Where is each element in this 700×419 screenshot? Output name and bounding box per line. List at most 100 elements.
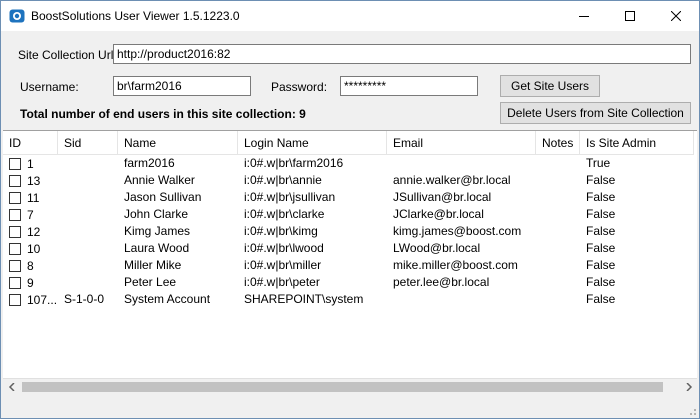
column-header-id[interactable]: ID	[3, 131, 58, 155]
chevron-left-icon	[8, 383, 15, 391]
title-bar[interactable]: BoostSolutions User Viewer 1.5.1223.0	[1, 1, 699, 31]
row-id-text: 12	[27, 225, 41, 239]
cell-notes	[536, 223, 580, 240]
cell-sid	[58, 240, 118, 257]
cell-sid	[58, 172, 118, 189]
cell-notes	[536, 206, 580, 223]
cell-email: JSullivan@br.local	[393, 190, 492, 204]
cell-is-site-admin: False	[586, 190, 616, 204]
table-row[interactable]: 12 Kimg James i:0#.w|br\kimg kimg.james@boo…	[3, 223, 694, 240]
total-users-text: Total number of end users in this site c…	[20, 107, 306, 121]
cell-is-site-admin: False	[586, 207, 616, 221]
row-id-text: 10	[27, 242, 41, 256]
cell-email	[387, 291, 536, 308]
row-id-text: 13	[27, 174, 41, 188]
cell-name: System Account	[124, 292, 211, 306]
column-header-sid[interactable]: Sid	[58, 131, 118, 155]
row-id-text: 107...	[27, 293, 58, 307]
grid-header: ID Sid Name Login Name Email Notes Is Si…	[3, 131, 694, 155]
row-checkbox[interactable]	[9, 294, 21, 306]
cell-login-name: i:0#.w|br\peter	[244, 275, 320, 289]
cell-id: 12	[3, 223, 58, 240]
cell-notes	[536, 274, 580, 291]
cell-id: 1	[3, 155, 58, 172]
row-checkbox[interactable]	[9, 260, 21, 272]
close-icon	[671, 11, 681, 21]
cell-login-name: i:0#.w|br\jsullivan	[244, 190, 336, 204]
site-url-input[interactable]: http://product2016:82	[113, 44, 691, 64]
row-checkbox[interactable]	[9, 277, 21, 289]
password-label: Password:	[271, 80, 328, 94]
row-checkbox[interactable]	[9, 175, 21, 187]
horizontal-scrollbar[interactable]	[3, 378, 697, 395]
cell-sid	[58, 257, 118, 274]
cell-login-name: SHAREPOINT\system	[244, 292, 364, 306]
app-icon	[9, 9, 25, 23]
table-row[interactable]: 8 Miller Mike i:0#.w|br\miller mike.miller@…	[3, 257, 694, 274]
close-button[interactable]	[653, 1, 699, 31]
row-id-text: 1	[27, 157, 34, 171]
cell-notes	[536, 291, 580, 308]
cell-email	[387, 155, 536, 172]
cell-name: Miller Mike	[124, 258, 182, 272]
cell-email: mike.miller@boost.com	[393, 258, 518, 272]
cell-email: peter.lee@br.local	[393, 275, 490, 289]
password-input[interactable]: *********	[340, 76, 478, 96]
scroll-left-button[interactable]	[3, 379, 20, 395]
maximize-button[interactable]	[607, 1, 653, 31]
get-site-users-button[interactable]: Get Site Users	[500, 75, 600, 97]
table-row[interactable]: 10 Laura Wood i:0#.w|br\lwood LWood@br.loca…	[3, 240, 694, 257]
column-header-login-name[interactable]: Login Name	[238, 131, 387, 155]
row-id-text: 7	[27, 208, 34, 222]
column-header-email[interactable]: Email	[387, 131, 536, 155]
cell-id: 8	[3, 257, 58, 274]
scrollbar-thumb[interactable]	[22, 382, 663, 392]
cell-login-name: i:0#.w|br\annie	[244, 173, 322, 187]
delete-users-button[interactable]: Delete Users from Site Collection	[500, 102, 691, 124]
cell-id: 13	[3, 172, 58, 189]
column-header-is-site-admin[interactable]: Is Site Admin	[580, 131, 694, 155]
table-row[interactable]: 13 Annie Walker i:0#.w|br\annie annie.walke…	[3, 172, 694, 189]
row-checkbox[interactable]	[9, 209, 21, 221]
cell-is-site-admin: False	[586, 292, 616, 306]
scroll-right-button[interactable]	[680, 379, 697, 395]
minimize-button[interactable]	[561, 1, 607, 31]
cell-sid	[58, 223, 118, 240]
row-checkbox[interactable]	[9, 226, 21, 238]
row-id-text: 8	[27, 259, 34, 273]
username-input[interactable]: br\farm2016	[113, 76, 251, 96]
cell-name: farm2016	[124, 156, 175, 170]
table-row[interactable]: 9 Peter Lee i:0#.w|br\peter peter.lee@br.lo…	[3, 274, 694, 291]
table-row[interactable]: 11 Jason Sullivan i:0#.w|br\jsullivan JSull…	[3, 189, 694, 206]
users-grid[interactable]: ID Sid Name Login Name Email Notes Is Si…	[3, 130, 697, 394]
chevron-right-icon	[685, 383, 692, 391]
cell-id: 10	[3, 240, 58, 257]
table-row[interactable]: 7 John Clarke i:0#.w|br\clarke JClarke@br.l…	[3, 206, 694, 223]
cell-name: Annie Walker	[124, 173, 195, 187]
row-id-text: 11	[27, 191, 40, 205]
cell-id: 11	[3, 189, 58, 206]
cell-login-name: i:0#.w|br\farm2016	[244, 156, 344, 170]
row-checkbox[interactable]	[9, 243, 21, 255]
column-header-notes[interactable]: Notes	[536, 131, 580, 155]
row-checkbox[interactable]	[9, 192, 21, 204]
column-header-name[interactable]: Name	[118, 131, 238, 155]
cell-id: 107...	[3, 291, 58, 308]
cell-email: annie.walker@br.local	[393, 173, 511, 187]
table-row[interactable]: 107... S-1-0-0 System Account SHAREPOINT\sy…	[3, 291, 694, 308]
cell-notes	[536, 155, 580, 172]
cell-notes	[536, 240, 580, 257]
cell-login-name: i:0#.w|br\kimg	[244, 224, 318, 238]
app-window: BoostSolutions User Viewer 1.5.1223.0 Si…	[0, 0, 700, 419]
cell-email: JClarke@br.local	[393, 207, 484, 221]
cell-email: LWood@br.local	[393, 241, 481, 255]
cell-sid	[58, 189, 118, 206]
maximize-icon	[625, 11, 635, 21]
resize-grip-icon[interactable]	[687, 406, 697, 416]
cell-email: kimg.james@boost.com	[393, 224, 522, 238]
cell-name: John Clarke	[124, 207, 189, 221]
row-checkbox[interactable]	[9, 158, 21, 170]
cell-is-site-admin: True	[586, 156, 611, 170]
cell-sid	[58, 274, 118, 291]
table-row[interactable]: 1 farm2016 i:0#.w|br\farm2016 True	[3, 155, 694, 172]
